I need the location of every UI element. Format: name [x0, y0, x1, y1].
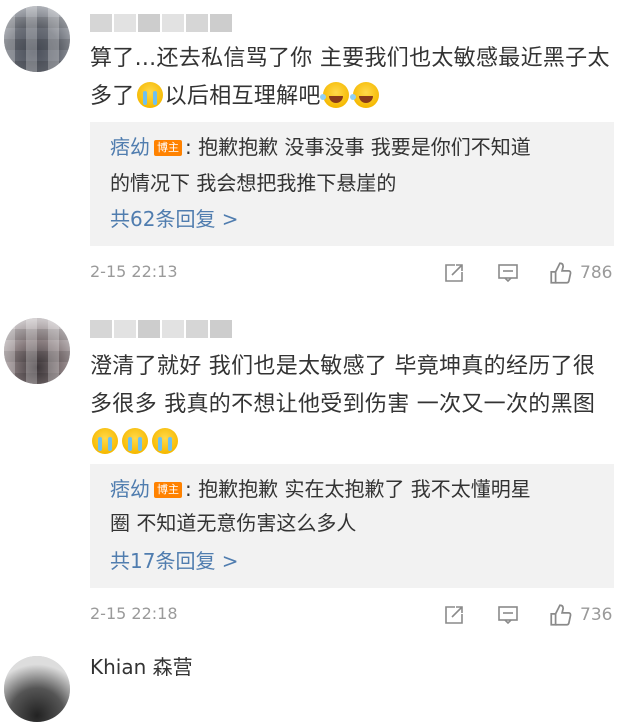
like-button[interactable]: 786: [548, 258, 612, 288]
laugh-emoji: [349, 82, 379, 108]
like-icon: [550, 604, 572, 626]
laugh-emoji: [319, 82, 349, 108]
avatar[interactable]: [4, 318, 70, 384]
reply-line: 痞幼 博主: 抱歉抱歉 没事没事 我要是你们不知道: [110, 130, 600, 164]
reply-line: 圈 不知道无意伤害这么多人: [110, 506, 600, 540]
reply-text: : 抱歉抱歉 实在太抱歉了 我不太懂明星: [185, 477, 531, 501]
comment-text-part: 以后相互理解吧: [164, 84, 321, 109]
comment-icon: [498, 606, 518, 625]
avatar[interactable]: [4, 656, 70, 722]
comment-meta: 2-15 22:18 736: [90, 600, 620, 630]
reply-box[interactable]: 痞幼 博主: 抱歉抱歉 没事没事 我要是你们不知道 的情况下 我会想把我推下悬崖的…: [90, 122, 614, 246]
like-count: 786: [580, 263, 613, 283]
timestamp: 2-15 22:18: [90, 604, 178, 623]
cry-emoji: [136, 82, 163, 108]
username-blurred[interactable]: [90, 14, 232, 32]
timestamp: 2-15 22:13: [90, 262, 178, 281]
view-replies-link[interactable]: 共62条回复 >: [110, 204, 239, 234]
reply-author[interactable]: 痞幼: [110, 135, 150, 159]
like-icon: [550, 262, 572, 284]
view-replies-link[interactable]: 共17条回复 >: [110, 546, 239, 576]
share-button[interactable]: [442, 600, 466, 630]
comment-button[interactable]: [496, 600, 520, 630]
share-button[interactable]: [442, 258, 466, 288]
like-count: 736: [580, 605, 613, 625]
avatar[interactable]: [4, 6, 70, 72]
comment-meta: 2-15 22:13 786: [90, 258, 620, 288]
share-icon: [445, 264, 463, 282]
share-icon: [445, 606, 463, 624]
cry-emoji: [92, 428, 118, 454]
comment-button[interactable]: [496, 258, 520, 288]
reply-box[interactable]: 痞幼 博主: 抱歉抱歉 实在太抱歉了 我不太懂明星 圈 不知道无意伤害这么多人 共…: [90, 464, 614, 588]
reply-text: : 抱歉抱歉 没事没事 我要是你们不知道: [185, 135, 531, 159]
reply-text: 的情况下 我会想把我推下悬崖的: [110, 171, 397, 195]
reply-line: 的情况下 我会想把我推下悬崖的: [110, 166, 600, 200]
cry-emoji: [152, 428, 178, 454]
author-badge: 博主: [154, 482, 182, 498]
comment-text: 澄清了就好 我们也是太敏感了 毕竟坤真的经历了很多很多 我真的不想让他受到伤害 …: [90, 348, 610, 462]
username-partial[interactable]: Khian 森营: [90, 656, 193, 678]
comment-icon: [498, 264, 518, 283]
like-button[interactable]: 736: [548, 600, 612, 630]
cry-emoji: [122, 428, 148, 454]
author-badge: 博主: [154, 140, 182, 156]
comment-text: 算了...还去私信骂了你 主要我们也太敏感最近黑子太多了 以后相互理解吧: [90, 40, 610, 116]
reply-line: 痞幼 博主: 抱歉抱歉 实在太抱歉了 我不太懂明星: [110, 472, 600, 506]
comment-text-part: 澄清了就好 我们也是太敏感了 毕竟坤真的经历了很多很多 我真的不想让他受到伤害 …: [90, 354, 596, 417]
username-blurred[interactable]: [90, 320, 232, 338]
reply-text: 圈 不知道无意伤害这么多人: [110, 511, 357, 535]
reply-author[interactable]: 痞幼: [110, 477, 150, 501]
